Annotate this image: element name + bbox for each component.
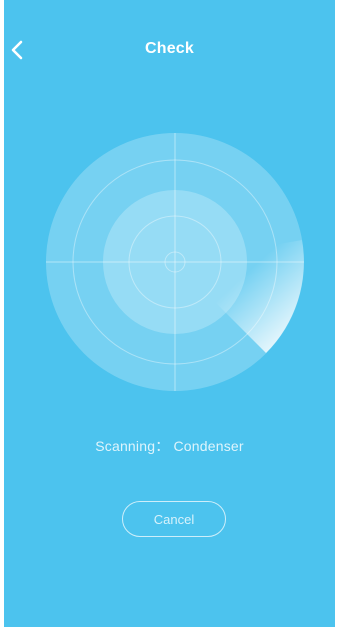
cancel-button[interactable]: Cancel bbox=[122, 501, 226, 537]
page-title: Check bbox=[144, 40, 195, 57]
header-bar: Check bbox=[4, 0, 335, 96]
scan-status-text: Scanning： Condenser bbox=[95, 438, 244, 454]
scan-screen: Check Scanning： Condenser Cancel bbox=[4, 0, 335, 627]
radar-scanner bbox=[46, 133, 304, 391]
